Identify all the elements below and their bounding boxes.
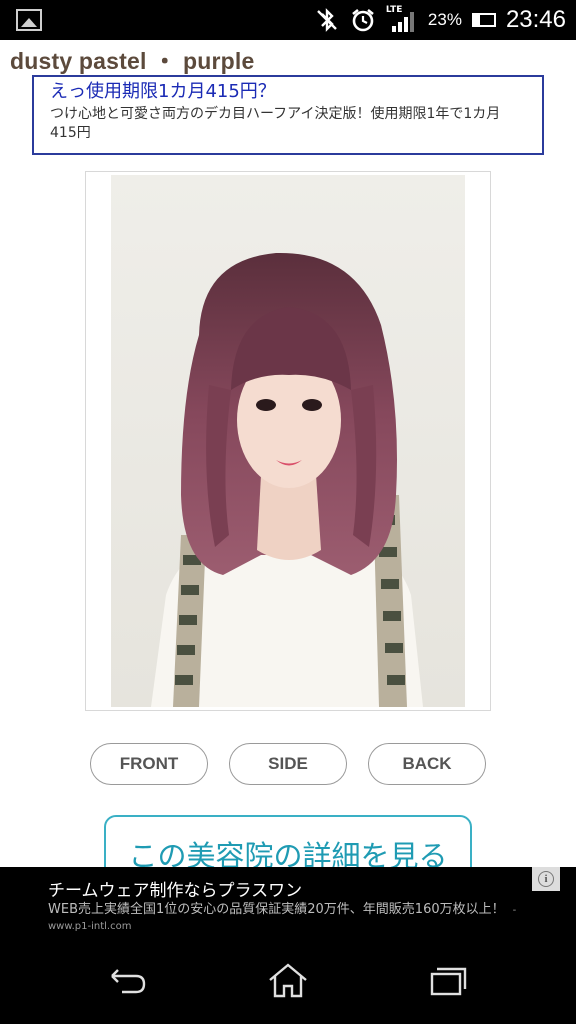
back-view-button[interactable]: BACK xyxy=(368,743,486,785)
gallery-icon xyxy=(16,9,42,31)
signal-icon: LTE xyxy=(386,5,418,35)
side-view-button[interactable]: SIDE xyxy=(229,743,347,785)
hairstyle-photo-frame xyxy=(85,171,491,711)
front-view-button[interactable]: FRONT xyxy=(90,743,208,785)
status-bar: LTE 23% 23:46 xyxy=(0,0,576,40)
bottom-ad-body: WEB売上実績全国1位の安心の品質保証実績20万件、年間販売160万枚以上！ - … xyxy=(48,902,528,934)
network-type: LTE xyxy=(385,5,403,15)
status-icons: LTE 23% 23:46 xyxy=(314,0,566,40)
home-button[interactable] xyxy=(258,959,318,1003)
hairstyle-photo xyxy=(111,175,465,707)
top-ad-headline[interactable]: えっ使用期限1カ月415円？ xyxy=(50,80,526,104)
alarm-icon xyxy=(352,8,374,32)
page-title: dusty pastel ・ purple xyxy=(10,48,255,74)
navigation-bar xyxy=(0,939,576,1024)
back-button[interactable] xyxy=(98,959,158,1003)
recents-icon xyxy=(430,967,467,996)
back-icon xyxy=(111,969,146,994)
ad-info-button[interactable]: i xyxy=(532,867,560,891)
bottom-ad-banner[interactable]: チームウェア制作ならプラスワン WEB売上実績全国1位の安心の品質保証実績20万… xyxy=(0,867,576,939)
battery-percent: 23% xyxy=(427,10,462,29)
bottom-ad-text: WEB売上実績全国1位の安心の品質保証実績20万件、年間販売160万枚以上！ xyxy=(48,902,505,917)
info-icon: i xyxy=(538,871,554,887)
bottom-ad-headline[interactable]: チームウェア制作ならプラスワン xyxy=(48,876,302,901)
top-ad-body: つけ心地と可愛さ両方のデカ目ハーフアイ決定版！使用期限1年で1カ月415円 xyxy=(50,106,501,141)
battery-icon xyxy=(471,13,496,27)
bluetooth-icon xyxy=(317,8,337,32)
top-ad-banner[interactable]: えっ使用期限1カ月415円？ つけ心地と可愛さ両方のデカ目ハーフアイ決定版！使用… xyxy=(32,75,544,155)
recents-button[interactable] xyxy=(418,959,478,1003)
home-icon xyxy=(269,963,307,998)
clock: 23:46 xyxy=(505,6,566,33)
